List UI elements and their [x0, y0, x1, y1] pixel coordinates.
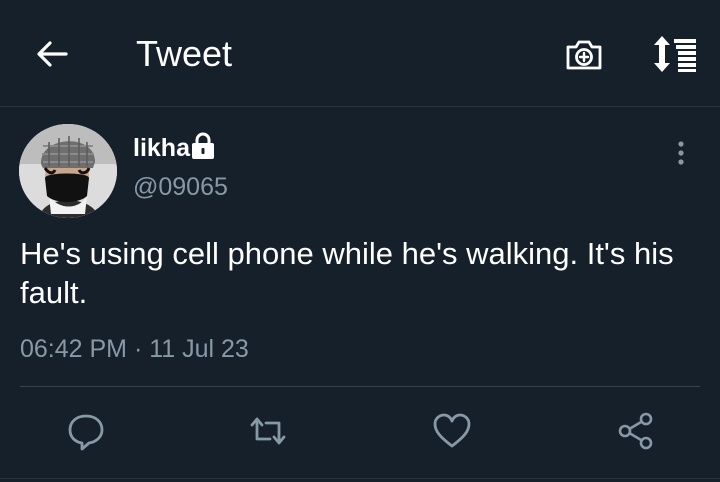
user-handle[interactable]: @09065: [133, 172, 228, 202]
divider: [20, 386, 700, 387]
reply-button[interactable]: [64, 406, 108, 456]
page-title: Tweet: [136, 33, 233, 74]
tweet-timestamp: 06:42 PM · 11 Jul 23: [20, 335, 249, 363]
back-button[interactable]: [30, 34, 74, 74]
action-bar: [0, 406, 720, 458]
reply-icon: [68, 414, 104, 451]
avatar[interactable]: [19, 124, 117, 218]
lock-icon: [192, 132, 214, 159]
camera-plus-icon: [566, 40, 602, 70]
tweet-detail-screen: Tweet likha @09065 He's using cell phone…: [0, 0, 720, 482]
retweet-button[interactable]: [246, 406, 290, 456]
more-options-icon[interactable]: [668, 138, 694, 168]
like-icon: [433, 413, 471, 448]
avatar-photo: [19, 124, 117, 218]
tweet-text: He's using cell phone while he's walking…: [20, 236, 674, 310]
share-icon: [618, 412, 653, 450]
top-app-bar: Tweet: [0, 0, 720, 107]
sort-icon: [654, 36, 696, 72]
display-name[interactable]: likha: [133, 134, 190, 162]
share-button[interactable]: [614, 406, 658, 456]
divider-bottom: [0, 478, 720, 479]
sort-button[interactable]: [650, 34, 698, 74]
back-arrow-icon: [37, 41, 68, 67]
retweet-icon: [250, 417, 286, 445]
like-button[interactable]: [430, 406, 474, 456]
camera-button[interactable]: [562, 34, 606, 74]
